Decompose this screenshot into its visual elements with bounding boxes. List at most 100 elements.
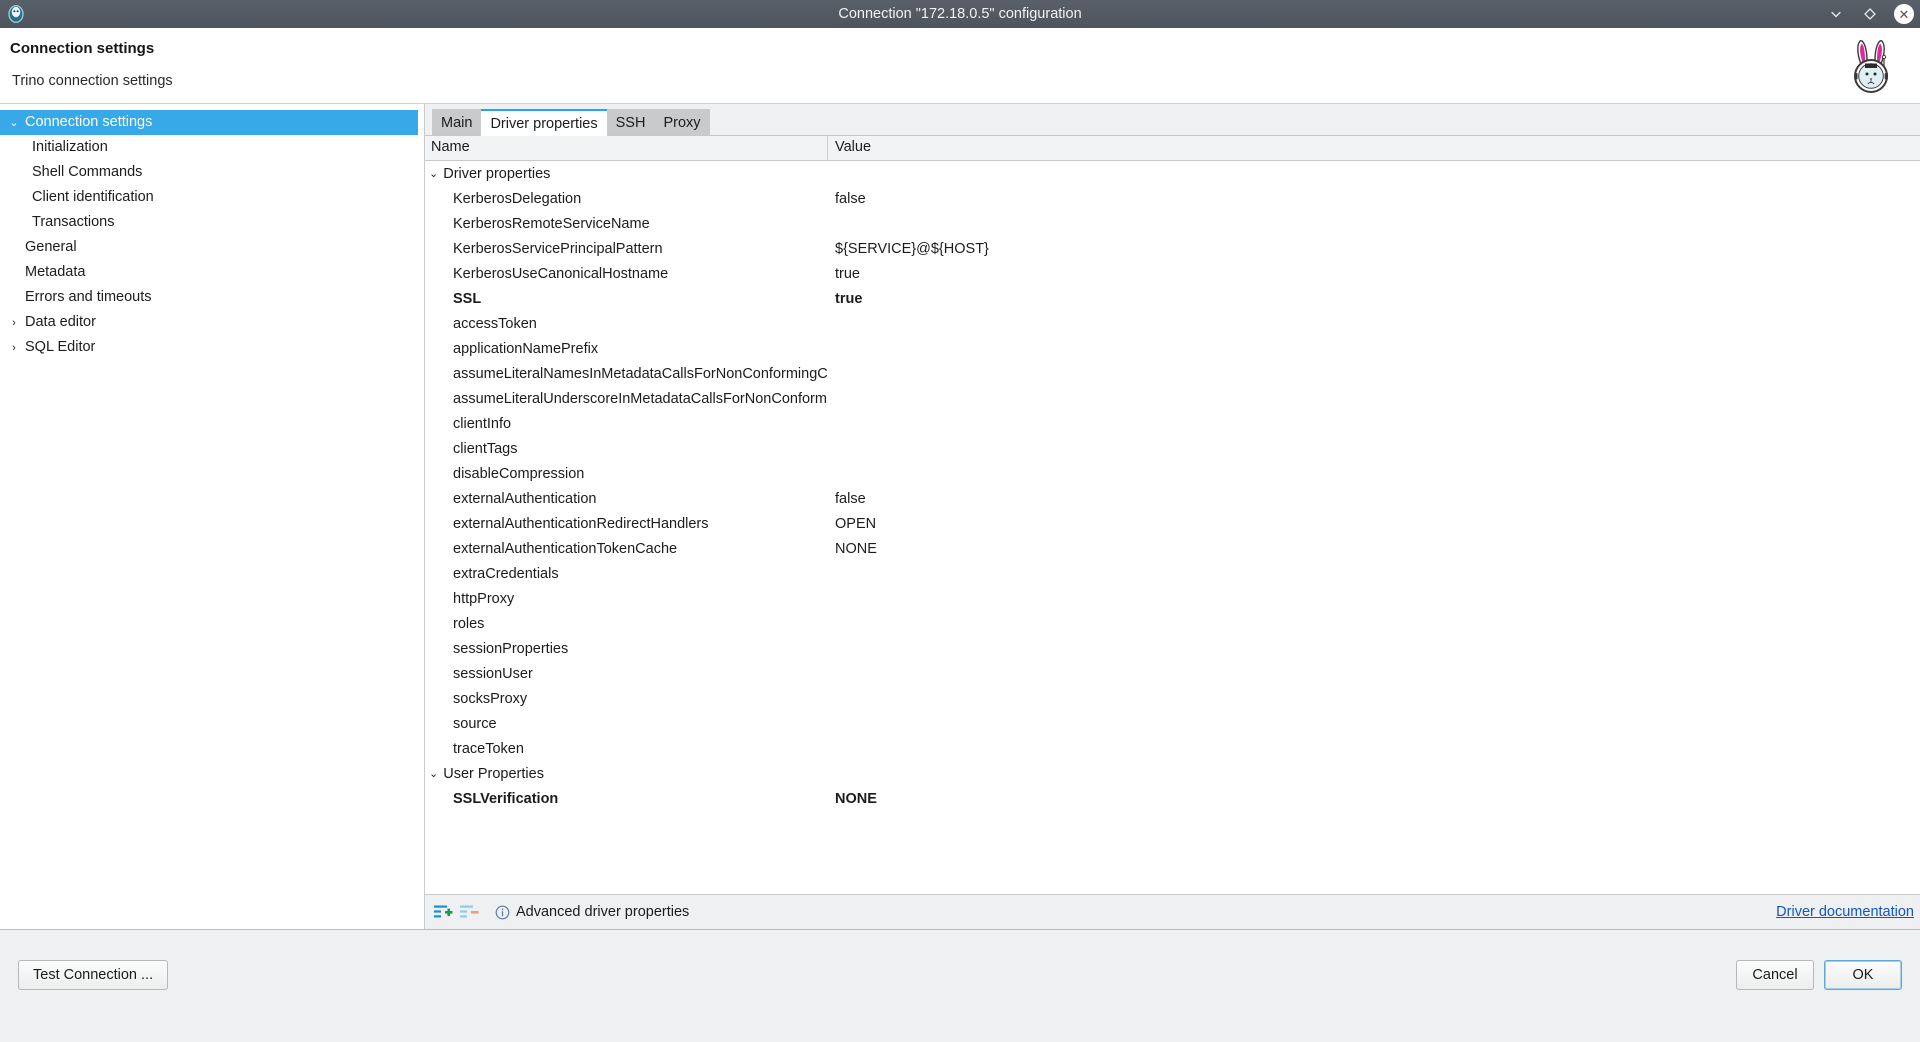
tab-main[interactable]: Main [432,109,482,135]
cancel-button[interactable]: Cancel [1736,960,1814,990]
sidebar-item-transactions[interactable]: Transactions [0,210,424,235]
property-name-cell: SSLVerification [425,791,828,807]
property-name-label: sessionUser [453,665,533,682]
chevron-down-icon[interactable]: ⌄ [429,167,438,180]
window-titlebar: Connection "172.18.0.5" configuration ✕ [0,0,1920,28]
column-header-value[interactable]: Value [828,136,1920,160]
table-group-row[interactable]: ⌄ User Properties [425,761,1920,786]
astronaut-rabbit-logo [1840,36,1902,98]
sidebar-item-shell-commands[interactable]: Shell Commands [0,160,424,185]
table-row[interactable]: clientInfo [425,411,1920,436]
table-row[interactable]: externalAuthentication false [425,486,1920,511]
settings-panel: Main Driver properties SSH Proxy Name Value… [425,104,1920,929]
table-row[interactable]: clientTags [425,436,1920,461]
table-row[interactable]: externalAuthenticationRedirectHandlers OP… [425,511,1920,536]
settings-sidebar: ⌄ Connection settings Initialization Shell … [0,104,425,929]
property-name-label: assumeLiteralNamesInMetadataCallsForNonC… [453,365,828,382]
sidebar-item-initialization[interactable]: Initialization [0,135,424,160]
table-row[interactable]: sessionUser [425,661,1920,686]
property-name-cell: assumeLiteralNamesInMetadataCallsForNonC… [425,366,828,382]
property-name-cell: KerberosUseCanonicalHostname [425,266,828,282]
test-connection-button[interactable]: Test Connection ... [18,960,169,990]
chevron-down-icon[interactable]: ⌄ [429,767,438,780]
property-name-label: KerberosDelegation [453,190,582,207]
sidebar-item-errors-and-timeouts[interactable]: Errors and timeouts [0,285,424,310]
property-name-label: Driver properties [443,165,551,182]
add-property-icon[interactable] [433,904,453,920]
properties-table-header: Name Value [425,136,1920,161]
properties-table-body[interactable]: ⌄ Driver properties KerberosDelegation fals… [425,161,1920,894]
table-row[interactable]: disableCompression [425,461,1920,486]
property-value-cell[interactable]: OPEN [828,516,1920,532]
property-name-cell: ⌄ User Properties [425,766,828,782]
property-name-label: extraCredentials [453,565,559,582]
table-row[interactable]: assumeLiteralNamesInMetadataCallsForNonC… [425,361,1920,386]
wizard-header: Connection settings Trino connection set… [0,28,1920,104]
table-row[interactable]: KerberosDelegation false [425,186,1920,211]
table-row[interactable]: sessionProperties [425,636,1920,661]
property-name-cell: httpProxy [425,591,828,607]
table-row[interactable]: applicationNamePrefix [425,336,1920,361]
property-value-cell[interactable]: NONE [828,791,1920,807]
table-row[interactable]: KerberosRemoteServiceName [425,211,1920,236]
table-row[interactable]: externalAuthenticationTokenCache NONE [425,536,1920,561]
property-value-cell[interactable]: true [828,266,1920,282]
table-row[interactable]: SSL true [425,286,1920,311]
property-value-cell[interactable]: ${SERVICE}@${HOST} [828,241,1920,257]
property-name-cell: extraCredentials [425,566,828,582]
ok-button[interactable]: OK [1824,960,1902,990]
property-value-cell[interactable]: false [828,491,1920,507]
diamond-icon[interactable] [1860,4,1880,24]
property-name-label: roles [453,615,485,632]
table-row[interactable]: roles [425,611,1920,636]
tab-driver-properties[interactable]: Driver properties [481,109,607,136]
property-value-cell[interactable]: true [828,291,1920,307]
table-row[interactable]: KerberosServicePrincipalPattern ${SERVICE… [425,236,1920,261]
dbeaver-icon [2,0,30,28]
table-row[interactable]: accessToken [425,311,1920,336]
sidebar-item-data-editor[interactable]: › Data editor [0,310,424,335]
property-name-label: User Properties [443,765,544,782]
property-value-cell[interactable]: NONE [828,541,1920,557]
remove-property-icon[interactable] [459,904,479,920]
table-group-row[interactable]: ⌄ Driver properties [425,161,1920,186]
chevron-down-icon[interactable]: ⌄ [6,116,22,129]
table-row[interactable]: KerberosUseCanonicalHostname true [425,261,1920,286]
property-name-label: source [453,715,497,732]
property-name-label: externalAuthenticationRedirectHandlers [453,515,709,532]
property-name-label: sessionProperties [453,640,569,657]
property-name-label: clientTags [453,440,518,457]
property-name-cell: externalAuthentication [425,491,828,507]
sidebar-item-sql-editor[interactable]: › SQL Editor [0,335,424,360]
chevron-down-icon[interactable] [1826,4,1846,24]
tab-ssh[interactable]: SSH [606,109,655,135]
property-name-cell: externalAuthenticationTokenCache [425,541,828,557]
column-header-name[interactable]: Name [425,136,828,160]
property-name-label: traceToken [453,740,524,757]
dialog-footer: Test Connection ... Cancel OK [0,930,1920,1042]
tab-proxy[interactable]: Proxy [654,109,710,135]
property-name-label: SSLVerification [453,790,559,807]
property-name-label: applicationNamePrefix [453,340,599,357]
table-row[interactable]: SSLVerification NONE [425,786,1920,811]
property-name-cell: assumeLiteralUnderscoreInMetadataCallsFo… [425,391,828,407]
property-name-label: disableCompression [453,465,585,482]
sidebar-item-client-identification[interactable]: Client identification [0,185,424,210]
chevron-right-icon[interactable]: › [6,317,22,329]
chevron-right-icon[interactable]: › [6,342,22,354]
table-row[interactable]: socksProxy [425,686,1920,711]
property-name-cell: KerberosDelegation [425,191,828,207]
sidebar-item-connection-settings[interactable]: ⌄ Connection settings [0,110,418,135]
table-row[interactable]: assumeLiteralUnderscoreInMetadataCallsFo… [425,386,1920,411]
property-value-cell[interactable]: false [828,191,1920,207]
sidebar-item-general[interactable]: General [0,235,424,260]
sidebar-item-metadata[interactable]: Metadata [0,260,424,285]
table-row[interactable]: traceToken [425,736,1920,761]
close-icon[interactable]: ✕ [1894,4,1914,24]
table-row[interactable]: extraCredentials [425,561,1920,586]
driver-documentation-link[interactable]: Driver documentation [1776,904,1914,920]
property-name-cell: SSL [425,291,828,307]
window-controls: ✕ [1826,0,1914,28]
table-row[interactable]: source [425,711,1920,736]
table-row[interactable]: httpProxy [425,586,1920,611]
